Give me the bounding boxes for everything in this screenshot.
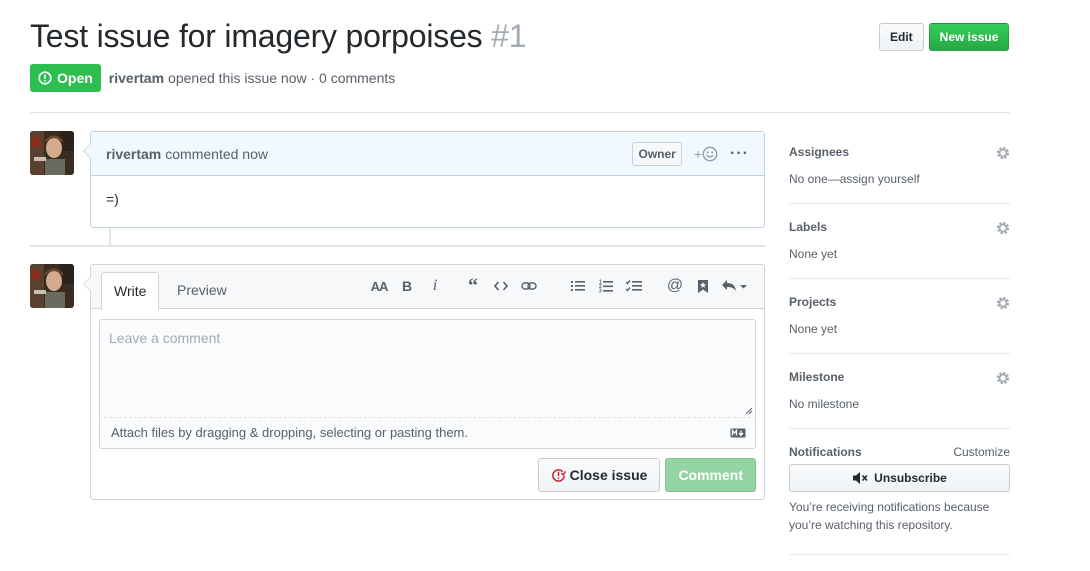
avatar[interactable] [30, 131, 74, 175]
labels-value: None yet [789, 247, 838, 261]
mention-icon[interactable]: @ [661, 275, 689, 297]
issue-title-text: Test issue for imagery porpoises [30, 18, 483, 54]
issue-author-link[interactable]: rivertam [109, 70, 164, 86]
state-label: Open [57, 70, 93, 86]
bold-icon[interactable]: B [393, 275, 421, 297]
comment: rivertam commented now Owner + ··· =) [83, 131, 765, 228]
sidebar-assignees: Assignees No one—assign yourself [789, 145, 1010, 204]
add-reaction-button[interactable]: + [694, 146, 718, 162]
gear-icon[interactable] [996, 219, 1010, 235]
resize-handle-icon[interactable] [745, 407, 753, 415]
projects-heading: Projects [789, 295, 837, 309]
form-actions: Close issue Comment [537, 458, 756, 492]
code-icon[interactable] [487, 275, 515, 297]
tab-write[interactable]: Write [101, 272, 160, 310]
notifications-reason: You’re receiving notifications because y… [789, 500, 990, 532]
close-issue-label: Close issue [569, 467, 648, 483]
issue-meta: Open rivertam opened this issue now · 0 … [30, 64, 395, 92]
comment-header: rivertam commented now Owner + ··· [91, 132, 764, 176]
comment-timestamp: commented now [165, 145, 268, 162]
attach-files-bar[interactable]: Attach files by dragging & dropping, sel… [99, 418, 756, 449]
task-list-icon[interactable] [620, 275, 648, 297]
gear-icon[interactable] [996, 144, 1010, 160]
unsubscribe-label: Unsubscribe [874, 471, 947, 485]
reaction-plus: + [693, 145, 703, 162]
markdown-toolbar-insert: “ [459, 275, 543, 297]
avatar-image [30, 131, 74, 175]
milestone-value: No milestone [789, 397, 860, 411]
avatar[interactable] [30, 264, 74, 308]
quote-icon[interactable]: “ [459, 275, 487, 297]
close-issue-button[interactable]: Close issue [537, 458, 661, 492]
comment-body: =) [106, 191, 119, 207]
more-options-icon[interactable]: ··· [730, 145, 749, 163]
owner-badge: Owner [632, 141, 682, 166]
markdown-toolbar-lists: 123 [564, 275, 648, 297]
italic-icon[interactable]: i [421, 275, 449, 297]
timeline-line [109, 228, 111, 246]
sidebar-labels: Labels None yet [789, 220, 1010, 279]
tab-preview[interactable]: Preview [165, 272, 239, 310]
issue-opened-text: opened this issue now · 0 comments [168, 70, 396, 86]
header-actions: Edit New issue [879, 23, 1010, 51]
issue-number: #1 [491, 18, 527, 54]
mute-icon [853, 472, 868, 484]
edit-button[interactable]: Edit [879, 23, 924, 51]
sidebar-projects: Projects None yet [789, 295, 1010, 354]
comment-placeholder: Leave a comment [109, 330, 221, 346]
new-comment-form: Write Preview AA B i “ 123 @ Leave a com… [83, 264, 765, 500]
svg-text:3: 3 [599, 289, 602, 294]
projects-value: None yet [789, 322, 838, 336]
comment-submit-button[interactable]: Comment [665, 458, 756, 492]
notifications-heading: Notifications [789, 445, 862, 459]
comment-tabbar: Write Preview AA B i “ 123 @ [91, 265, 764, 310]
markdown-toolbar-extra: @ [661, 275, 751, 297]
milestone-heading: Milestone [789, 370, 845, 384]
unsubscribe-button[interactable]: Unsubscribe [789, 464, 1010, 492]
header-divider [30, 112, 1010, 113]
new-issue-button[interactable]: New issue [928, 23, 1010, 51]
attach-files-text: Attach files by dragging & dropping, sel… [111, 425, 468, 440]
labels-heading: Labels [789, 220, 828, 234]
comment-textarea[interactable]: Leave a comment [99, 319, 756, 418]
sidebar-milestone: Milestone No milestone [789, 370, 1010, 429]
timeline-divider [30, 245, 765, 247]
gear-icon[interactable] [996, 369, 1010, 385]
saved-reply-icon[interactable] [689, 275, 717, 297]
assignees-heading: Assignees [789, 145, 850, 159]
assignees-value[interactable]: No one—assign yourself [789, 172, 920, 186]
markdown-toolbar-text: AA B i [365, 275, 449, 297]
gear-icon[interactable] [996, 294, 1010, 310]
ordered-list-icon[interactable]: 123 [592, 275, 620, 297]
issue-title: Test issue for imagery porpoises #1 [30, 18, 527, 55]
comment-header-actions: Owner + ··· [632, 141, 749, 166]
avatar-image [30, 264, 74, 308]
issue-closed-icon [551, 468, 566, 482]
reply-icon[interactable] [717, 275, 751, 297]
header-icon[interactable]: AA [365, 275, 393, 297]
customize-link[interactable]: Customize [953, 445, 1010, 459]
link-icon[interactable] [515, 275, 543, 297]
smiley-icon [702, 146, 718, 161]
issue-opened-icon [38, 71, 52, 85]
sidebar-notifications: Notifications Customize Unsubscribe You’… [789, 445, 1010, 555]
comment-author-link[interactable]: rivertam [106, 146, 161, 162]
markdown-icon[interactable] [730, 428, 746, 438]
unordered-list-icon[interactable] [564, 275, 592, 297]
state-badge: Open [30, 64, 101, 92]
